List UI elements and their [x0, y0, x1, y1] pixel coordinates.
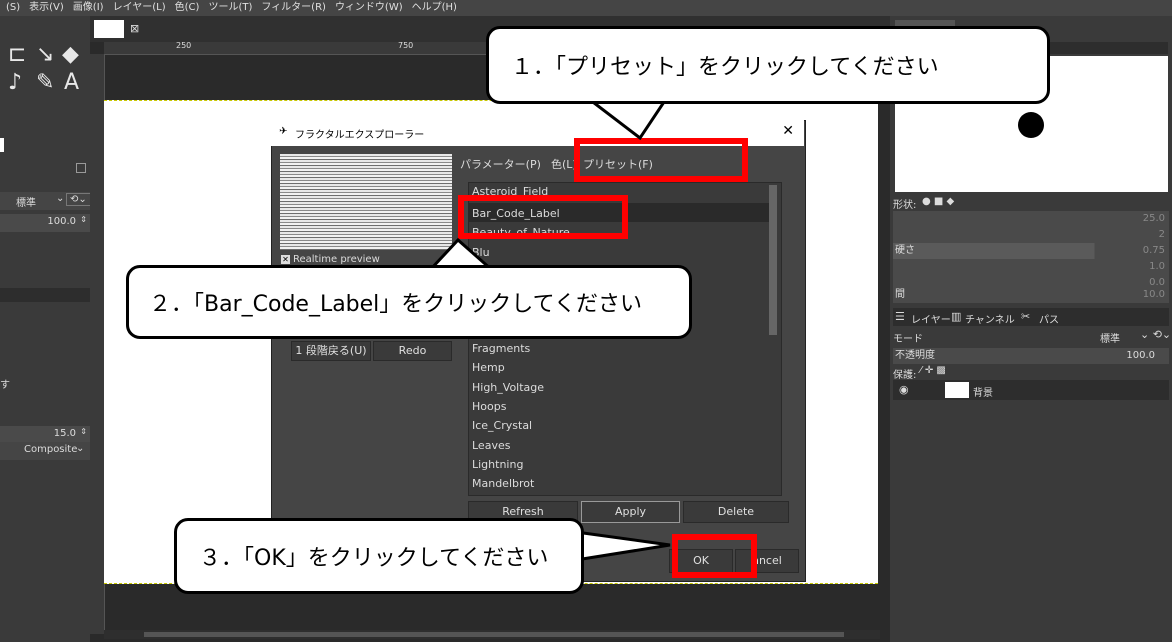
callout-step1-text: １．「プリセット」をクリックしてください [511, 55, 939, 80]
callout-step3-text: ３．「OK」をクリックしてください [199, 546, 549, 571]
callout-step2-text: ２．「Bar_Code_Label」をクリックしてください [149, 292, 642, 317]
callout-step2: ２．「Bar_Code_Label」をクリックしてください [126, 265, 692, 339]
callout-tail-3 [574, 530, 671, 562]
callout-step3: ３．「OK」をクリックしてください [174, 518, 584, 594]
callout-step1: １．「プリセット」をクリックしてください [486, 26, 1050, 104]
